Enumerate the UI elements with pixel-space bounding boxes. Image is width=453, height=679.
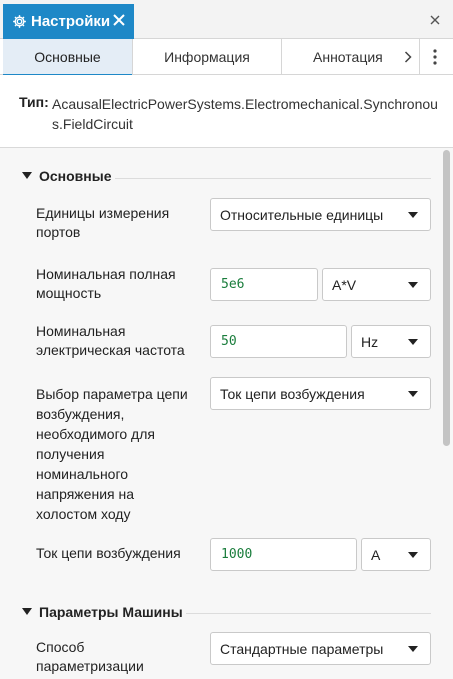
parametrization-select[interactable]: Стандартные параметры	[210, 632, 431, 665]
caret-down-icon	[408, 391, 418, 397]
field-param-select[interactable]: Ток цепи возбуждения	[210, 377, 431, 410]
caret-down-icon	[408, 552, 418, 558]
field-current-unit: A	[371, 546, 381, 563]
parameters-panel: Основные Единицы измерения портов Относи…	[0, 148, 453, 679]
section-machine-header[interactable]: Параметры Машины	[22, 604, 183, 620]
settings-tabs: Основные Информация Аннотация	[0, 39, 453, 76]
section-main-header[interactable]: Основные	[22, 168, 112, 184]
field-current-input[interactable]: 1000	[210, 538, 357, 571]
rated-frequency-unit-select[interactable]: Hz	[351, 325, 431, 358]
parametrization-value: Стандартные параметры	[220, 640, 384, 657]
caret-down-icon	[408, 212, 418, 218]
port-units-value: Относительные единицы	[220, 206, 384, 223]
field-param-label: Выбор параметра цепи возбуждения, необхо…	[36, 386, 188, 522]
section-divider	[115, 178, 431, 179]
field-current-label: Ток цепи возбуждения	[36, 545, 181, 561]
block-type-line: Тип: AcausalElectricPowerSystems.Electro…	[0, 75, 453, 148]
chevron-right-icon[interactable]	[398, 39, 418, 75]
tab-main[interactable]: Основные	[3, 39, 133, 76]
section-main-title: Основные	[39, 168, 112, 184]
settings-window-tab[interactable]: Настройки	[3, 4, 134, 39]
rated-frequency-label: Номинальная электрическая частота	[36, 323, 185, 358]
parametrization-label: Способ параметризации	[36, 639, 144, 674]
rated-power-label: Номинальная полная мощность	[36, 266, 176, 301]
rated-power-unit-select[interactable]: A*V	[322, 268, 431, 301]
panel-close-icon[interactable]	[429, 13, 441, 25]
caret-down-icon	[408, 339, 418, 345]
tab-annotation[interactable]: Аннотация	[282, 39, 398, 75]
window-tab-title: Настройки	[31, 13, 111, 30]
gear-icon	[12, 14, 27, 29]
rated-power-input[interactable]: 5e6	[210, 268, 318, 301]
tab-info[interactable]: Информация	[133, 39, 282, 75]
field-current-unit-select[interactable]: A	[361, 538, 431, 571]
more-vertical-icon[interactable]	[419, 39, 450, 75]
vertical-scrollbar[interactable]	[443, 150, 450, 446]
section-machine-title: Параметры Машины	[39, 604, 183, 620]
type-label: Тип:	[19, 94, 49, 110]
triangle-down-icon	[22, 172, 32, 179]
close-icon[interactable]	[112, 13, 126, 27]
window-tab-bar: Настройки	[0, 0, 453, 39]
caret-down-icon	[408, 282, 418, 288]
port-units-select[interactable]: Относительные единицы	[210, 198, 431, 231]
caret-down-icon	[408, 646, 418, 652]
field-param-value: Ток цепи возбуждения	[220, 385, 365, 402]
rated-frequency-input[interactable]: 50	[210, 325, 347, 358]
rated-power-unit: A*V	[332, 276, 357, 293]
rated-frequency-unit: Hz	[361, 333, 379, 350]
section-divider	[186, 613, 431, 614]
port-units-label: Единицы измерения портов	[36, 205, 170, 240]
triangle-down-icon	[22, 608, 32, 615]
type-value: AcausalElectricPowerSystems.Electromecha…	[52, 96, 438, 132]
